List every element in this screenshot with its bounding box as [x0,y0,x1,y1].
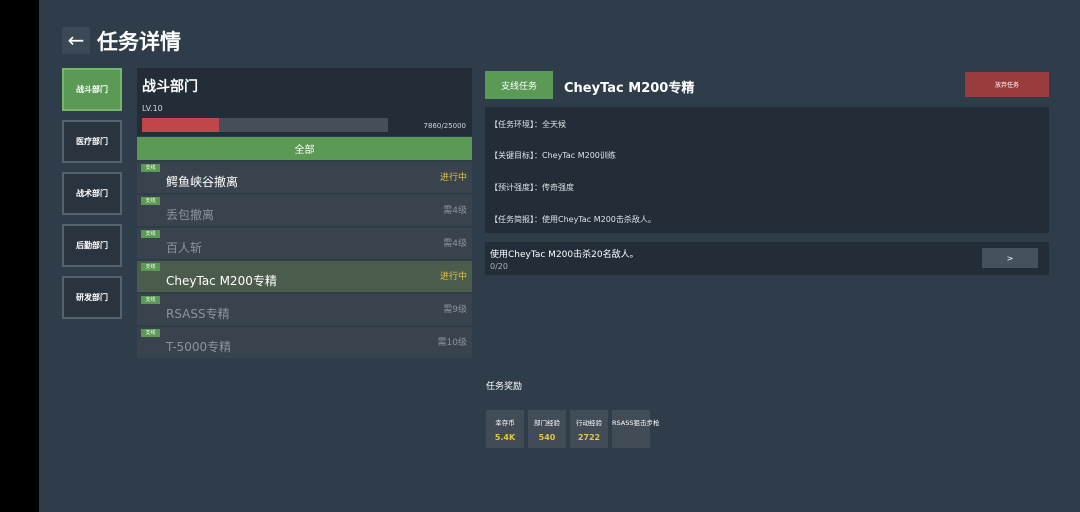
filter-all-button[interactable]: 全部 [137,137,472,160]
mission-status: 进行中 [439,173,467,183]
xp-text: 7860/25000 [423,122,466,130]
xp-progress-bar [142,118,388,132]
mission-type-button[interactable]: 支线任务 [485,71,553,99]
mission-tag: 支线 [141,296,160,304]
reward-value: 2722 [577,433,601,442]
reward-card[interactable]: 幸存币 5.4K [486,410,524,448]
info-difficulty: 【预计强度】：传奇强度 [490,183,574,192]
department-tab-label: 战斗部门 [76,85,108,94]
objective-go-button[interactable]: > [982,248,1038,268]
mission-name: 鳄鱼峡谷撤离 [166,175,239,189]
reward-value: 5.4K [494,433,516,442]
reward-label: 部门经验 [534,419,560,427]
arrow-left-icon: ← [67,28,85,52]
mission-tag: 支线 [141,230,160,238]
game-screen: ← 任务详情 战斗部门医疗部门战术部门后勤部门研发部门 战斗部门 LV.10 7… [39,0,1080,512]
mission-status: 需10级 [437,338,467,348]
mission-name: T-5000专精 [166,340,232,354]
department-tab[interactable]: 后勤部门 [62,224,122,267]
info-environment: 【任务环境】：全天候 [490,120,566,129]
mission-row[interactable]: 支线 百人斩 需4级 [137,228,472,259]
mission-name: RSASS专精 [166,307,230,321]
objective-box: 使用CheyTac M200击杀20名敌人。 0/20 > [485,242,1049,275]
mission-status: 需4级 [443,206,467,216]
department-tab[interactable]: 战斗部门 [62,68,122,111]
reward-label: 行动经验 [576,419,602,427]
xp-progress-fill [142,118,220,132]
mission-row[interactable]: 支线 CheyTac M200专精 进行中 [137,261,472,292]
mission-status: 需9级 [443,305,467,315]
reward-card[interactable]: 部门经验 540 [528,410,566,448]
rewards-title: 任务奖励 [486,382,523,392]
mission-name: 百人斩 [166,241,203,255]
info-briefing: 【任务简报】：使用CheyTac M200击杀敌人。 [490,215,656,224]
reward-label: RSASS狙击步枪 [612,419,660,427]
department-tab-label: 医疗部门 [76,137,108,146]
department-tab[interactable]: 研发部门 [62,276,122,319]
reward-card[interactable]: RSASS狙击步枪 [612,410,660,448]
mission-status: 进行中 [439,272,467,282]
department-level: LV.10 [142,104,163,113]
reward-label: 幸存币 [495,419,515,427]
department-tab-label: 后勤部门 [76,241,108,250]
department-tab-label: 研发部门 [76,293,108,302]
department-tab[interactable]: 医疗部门 [62,120,122,163]
department-tab-label: 战术部门 [76,189,108,198]
info-key-target: 【关键目标】：CheyTac M200训练 [490,151,616,160]
mission-row[interactable]: 支线 RSASS专精 需9级 [137,294,472,325]
page-title: 任务详情 [97,30,181,54]
department-panel: 战斗部门 LV.10 7860/25000 [137,68,472,136]
mission-name: CheyTac M200专精 [166,274,277,288]
abandon-mission-button[interactable]: 放弃任务 [965,72,1049,97]
objective-text: 使用CheyTac M200击杀20名敌人。 [490,250,639,260]
mission-name: 丢包撤离 [166,208,215,222]
department-tab[interactable]: 战术部门 [62,172,122,215]
mission-status: 需4级 [443,239,467,249]
mission-tag: 支线 [141,164,160,172]
objective-progress: 0/20 [490,262,508,271]
mission-row[interactable]: 支线 T-5000专精 需10级 [137,327,472,358]
mission-row[interactable]: 支线 鳄鱼峡谷撤离 进行中 [137,162,472,193]
reward-value: 540 [538,433,556,442]
chevron-right-icon: > [1006,253,1014,263]
mission-tag: 支线 [141,329,160,337]
department-name: 战斗部门 [142,79,198,95]
mission-title: CheyTac M200专精 [564,81,695,96]
back-button[interactable]: ← [62,27,90,54]
mission-tag: 支线 [141,263,160,271]
mission-tag: 支线 [141,197,160,205]
mission-info-box: 【任务环境】：全天候 【关键目标】：CheyTac M200训练 【预计强度】：… [485,107,1049,233]
reward-card[interactable]: 行动经验 2722 [570,410,608,448]
mission-row[interactable]: 支线 丢包撤离 需4级 [137,195,472,226]
